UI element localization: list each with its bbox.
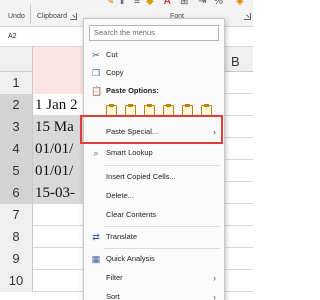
search-icon: ⌕ [93, 148, 99, 158]
row-number[interactable]: 10 [0, 270, 33, 292]
menu-item-label: Cut [106, 50, 118, 59]
column-b-header[interactable]: B [231, 54, 240, 69]
context-menu: Search the menus ✂ Cut ❐ Copy 📋 Paste Op… [83, 18, 225, 300]
row-number[interactable]: 1 [0, 72, 33, 94]
name-box[interactable]: A2 [2, 30, 62, 44]
menu-item-delete[interactable]: Delete... [84, 188, 224, 204]
borders-icon[interactable]: ⊞ [180, 0, 188, 7]
ribbon-icon-strip: ✎ ‖ ≡ ◆ A ⊞ ⇥ % ◈ [106, 0, 253, 9]
menu-item-label: Sort [106, 292, 120, 300]
eraser-icon[interactable]: ◈ [236, 0, 244, 7]
menu-item-label: Smart Lookup [106, 148, 153, 157]
menu-item-paste-options: 📋 Paste Options: [84, 83, 224, 99]
chevron-right-icon: › [213, 273, 216, 283]
quick-analysis-icon: ▦ [91, 254, 101, 264]
menu-divider [104, 226, 220, 227]
fill-color-icon[interactable]: ◆ [146, 0, 154, 7]
menu-item-label: Translate [106, 232, 137, 241]
group-divider [30, 4, 31, 24]
menu-item-sort[interactable]: Sort › [84, 289, 224, 300]
paint-brush-icon[interactable]: ✎ [106, 0, 114, 7]
menu-item-filter[interactable]: Filter › [84, 270, 224, 286]
menu-divider [104, 165, 220, 166]
font-launcher-icon[interactable] [244, 13, 251, 20]
row-number[interactable]: 7 [0, 204, 33, 226]
menu-item-quick-analysis[interactable]: ▦ Quick Analysis [84, 251, 224, 267]
row-number[interactable]: 8 [0, 226, 33, 248]
menu-item-label: Delete... [106, 191, 134, 200]
menu-item-clear-contents[interactable]: Clear Contents [84, 207, 224, 223]
menu-item-label: Paste Options: [106, 86, 159, 95]
align-icon[interactable]: ≡ [134, 0, 140, 7]
menu-item-label: Clear Contents [106, 210, 157, 219]
undo-group-label: Undo [8, 13, 25, 20]
clipboard-icon: 📋 [91, 86, 103, 96]
row-number[interactable]: 6 [0, 182, 33, 204]
menu-item-insert-copied-cells[interactable]: Insert Copied Cells... [84, 169, 224, 185]
select-all-corner[interactable] [0, 47, 33, 72]
row-number[interactable]: 3 [0, 116, 33, 138]
menu-item-cut[interactable]: ✂ Cut [84, 47, 224, 63]
menu-search-input[interactable]: Search the menus [89, 25, 219, 41]
menu-item-translate[interactable]: ⇄ Translate [84, 229, 224, 245]
copy-icon: ❐ [91, 68, 101, 78]
menu-divider [104, 248, 220, 249]
font-color-icon[interactable]: A [164, 0, 171, 7]
menu-item-label: Quick Analysis [106, 254, 155, 263]
menu-item-label: Filter [106, 273, 123, 282]
row-number[interactable]: 4 [0, 138, 33, 160]
clipboard-group-label: Clipboard [37, 13, 67, 20]
translate-icon: ⇄ [92, 232, 100, 242]
clipboard-launcher-icon[interactable] [70, 13, 77, 20]
menu-item-label: Copy [106, 68, 124, 77]
indent-icon[interactable]: ⇥ [198, 0, 206, 7]
row-number[interactable]: 9 [0, 248, 33, 270]
paste-special-highlight-box [80, 115, 223, 144]
row-number[interactable]: 2 [0, 94, 33, 116]
menu-item-label: Insert Copied Cells... [106, 172, 176, 181]
number-format-icon[interactable]: % [214, 0, 223, 7]
menu-item-copy[interactable]: ❐ Copy [84, 65, 224, 81]
menu-item-smart-lookup[interactable]: ⌕ Smart Lookup [84, 145, 224, 161]
bold-icon[interactable]: ‖ [120, 0, 124, 7]
row-number[interactable]: 5 [0, 160, 33, 182]
scissors-icon: ✂ [92, 50, 100, 60]
chevron-right-icon: › [213, 292, 216, 300]
